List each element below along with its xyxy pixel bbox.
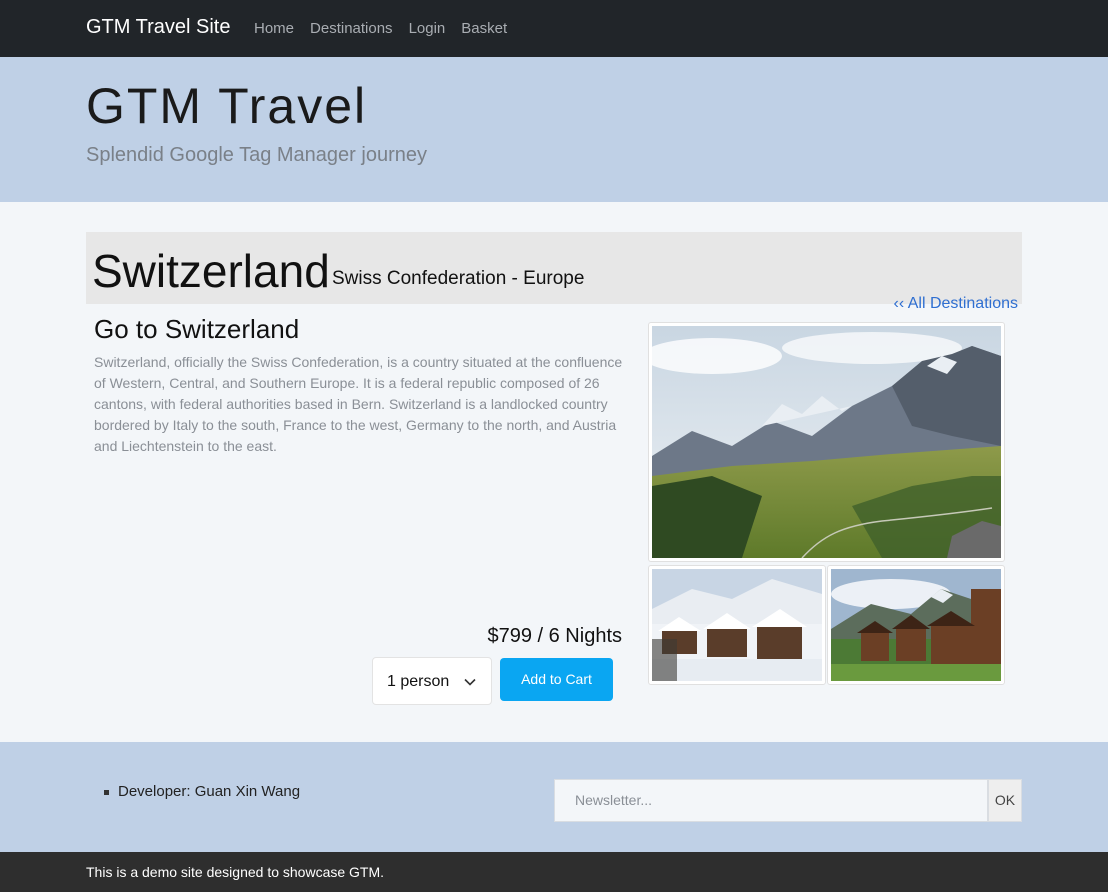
all-destinations-link[interactable]: ‹‹ All Destinations — [894, 295, 1019, 313]
top-navbar: GTM Travel Site Home Destinations Login … — [0, 0, 1108, 57]
hero-title: GTM Travel — [86, 78, 368, 134]
nav-destinations-link[interactable]: Destinations — [310, 20, 393, 37]
demo-notice: This is a demo site designed to showcase… — [86, 864, 385, 880]
newsletter-ok-button[interactable]: OK — [988, 779, 1022, 822]
developer-credit: Developer: Guan Xin Wang — [104, 783, 300, 800]
newsletter-input[interactable]: Newsletter... — [554, 779, 988, 822]
persons-select[interactable]: 1 person — [372, 657, 492, 705]
destination-region: Swiss Confederation - Europe — [332, 268, 585, 289]
content-description: Switzerland, officially the Swiss Confed… — [94, 354, 623, 454]
nav-basket-link[interactable]: Basket — [461, 20, 507, 37]
developer-credit-text: Developer: Guan Xin Wang — [118, 783, 301, 800]
nav-links: Home Destinations Login Basket — [254, 20, 507, 37]
alpine-chalets-image — [827, 565, 1005, 685]
hero-banner: GTM Travel Splendid Google Tag Manager j… — [0, 57, 1108, 202]
destination-title: Switzerland — [92, 245, 330, 297]
bottom-bar: This is a demo site designed to showcase… — [0, 852, 1108, 892]
chevron-down-icon — [464, 678, 476, 686]
add-to-cart-button[interactable]: Add to Cart — [500, 658, 613, 701]
destination-header: Switzerland Swiss Confederation - Europe — [86, 232, 1022, 304]
hero-subtitle: Splendid Google Tag Manager journey — [86, 144, 427, 166]
brand-link[interactable]: GTM Travel Site — [86, 16, 230, 39]
main-landscape-image — [648, 322, 1005, 562]
footer: Developer: Guan Xin Wang Newsletter... O… — [0, 742, 1108, 852]
nav-home-link[interactable]: Home — [254, 20, 294, 37]
price-label: $799 / 6 Nights — [487, 625, 622, 647]
nav-login-link[interactable]: Login — [409, 20, 446, 37]
persons-select-value: 1 person — [387, 673, 450, 690]
snowy-village-image — [648, 565, 826, 685]
content-heading: Go to Switzerland — [94, 314, 300, 344]
